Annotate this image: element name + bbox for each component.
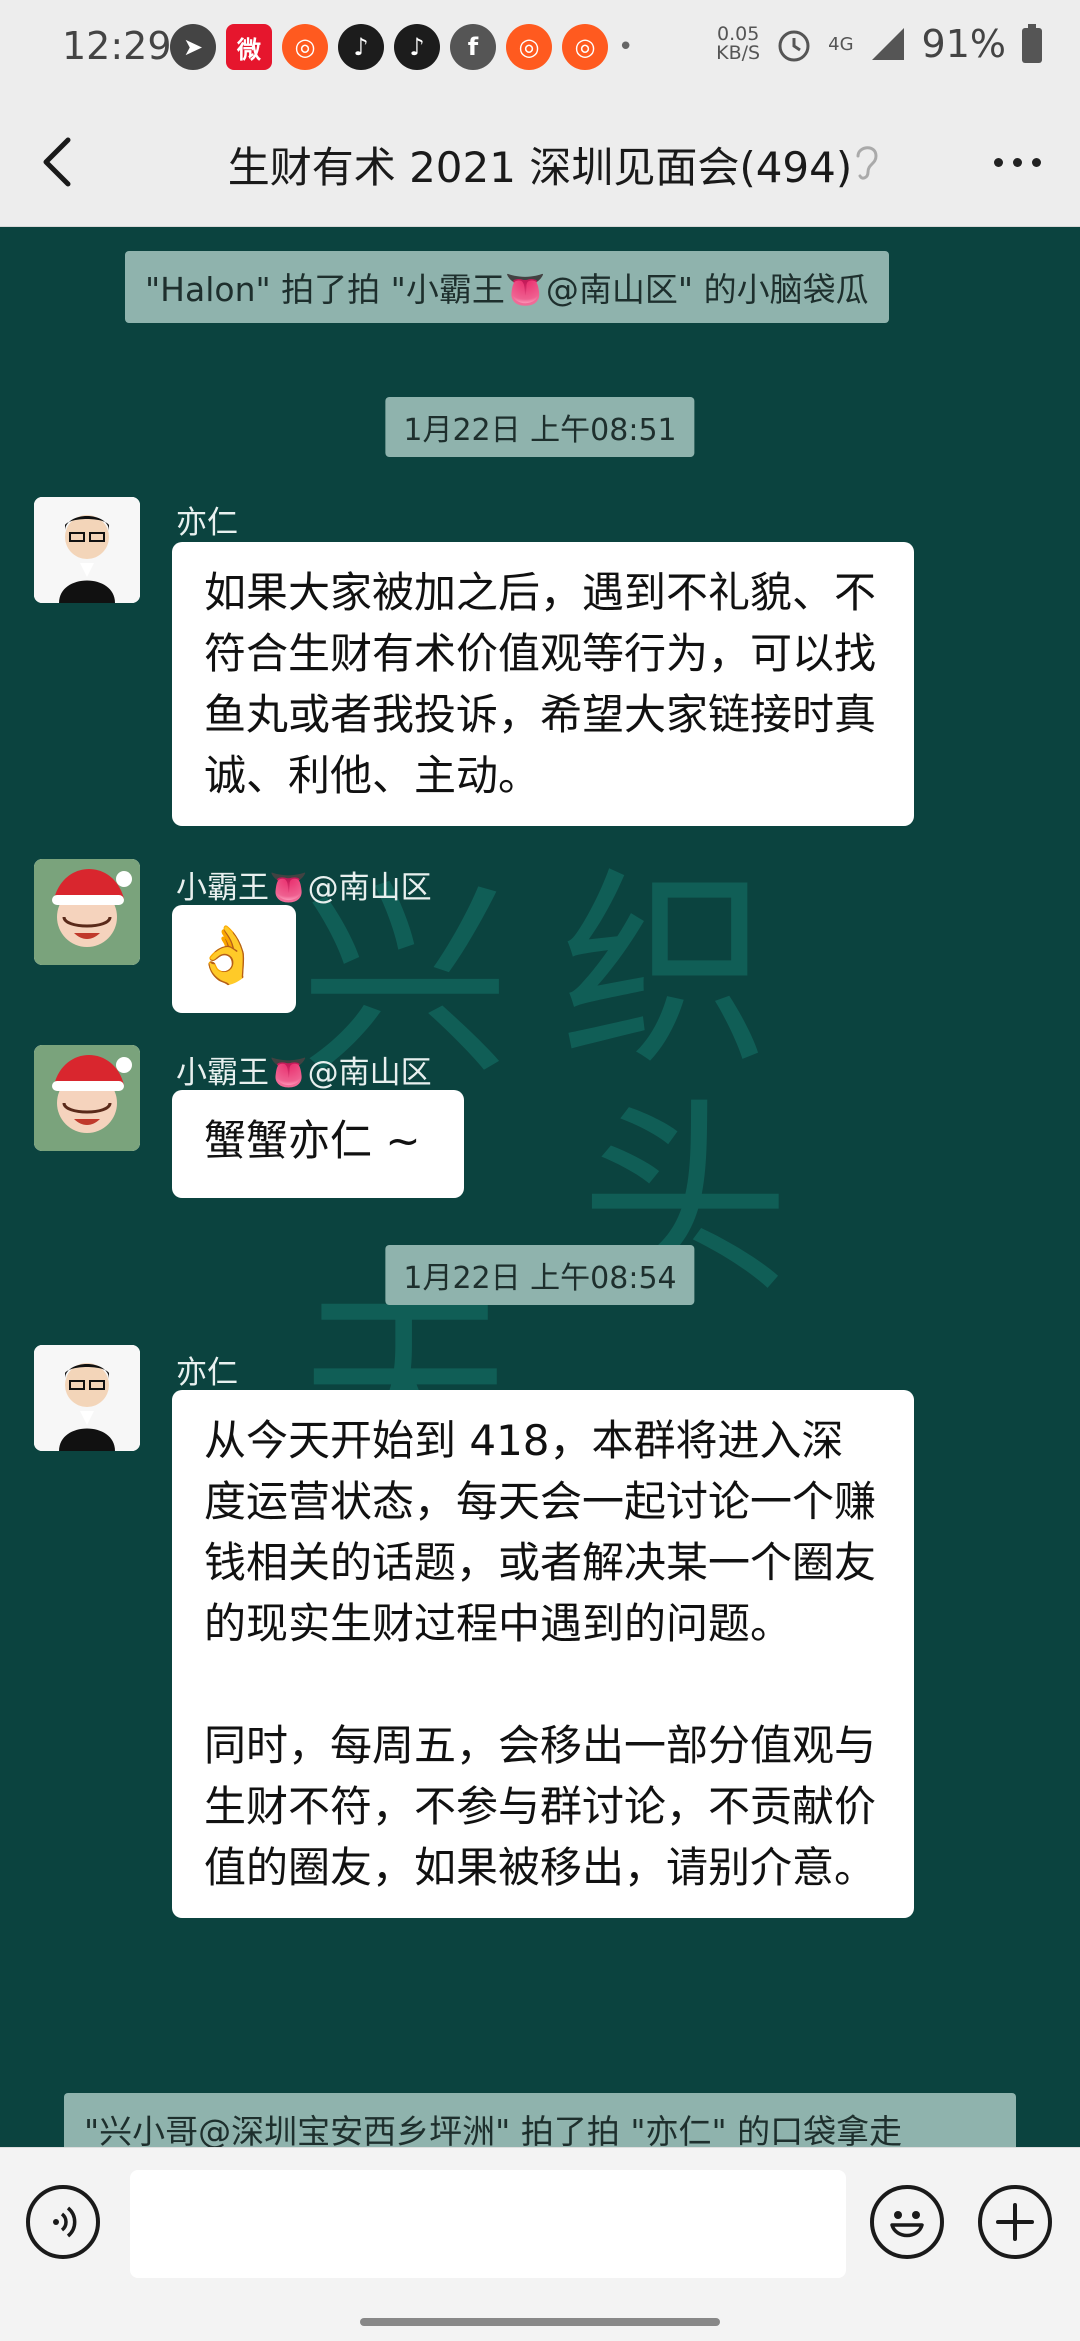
facebook-icon: f	[450, 24, 496, 70]
network-type: 4G	[828, 33, 854, 55]
plus-button[interactable]	[978, 2185, 1052, 2259]
message-bubble[interactable]: 👌	[172, 905, 296, 1013]
status-right: 0.05 KB/S 4G 91%	[716, 22, 1044, 66]
battery-percent: 91%	[921, 22, 1006, 66]
sender-name: 亦仁	[176, 505, 238, 541]
alarm-icon	[778, 30, 810, 62]
message-bubble[interactable]: 蟹蟹亦仁 ~	[172, 1090, 464, 1198]
input-bar	[0, 2147, 1080, 2341]
timestamp: 1月22日 上午08:51	[385, 397, 695, 457]
avatar[interactable]	[34, 497, 140, 603]
avatar-yiren-icon	[34, 497, 140, 603]
app-icon: ◎	[562, 24, 608, 70]
app-icon: ◎	[282, 24, 328, 70]
message-input[interactable]	[130, 2170, 846, 2278]
voice-icon	[53, 2206, 77, 2238]
ear-icon	[856, 146, 878, 180]
avatar[interactable]	[34, 859, 140, 965]
tiktok-icon: ♪	[338, 24, 384, 70]
sender-name: 亦仁	[176, 1355, 238, 1391]
message-text: 蟹蟹亦仁 ~	[204, 1116, 421, 1165]
emoji-icon	[890, 2211, 924, 2238]
weibo-icon: 微	[226, 24, 272, 70]
emoji-button[interactable]	[870, 2185, 944, 2259]
avatar-yiren-icon	[34, 1345, 140, 1451]
system-notice: "兴小哥@深圳宝安西乡坪洲" 拍了拍 "亦仁" 的口袋拿走	[64, 2093, 1016, 2147]
plus-icon	[996, 2203, 1034, 2241]
chat-header: 生财有术 2021 深圳见面会(494)	[0, 100, 1080, 227]
message-paragraph: 从今天开始到 418，本群将进入深度运营状态，每天会一起讨论一个赚钱相关的话题，…	[204, 1416, 877, 1648]
app-icon: ◎	[506, 24, 552, 70]
notification-icons: ➤ 微 ◎ ♪ ♪ f ◎ ◎ •	[170, 24, 633, 70]
location-icon: ➤	[170, 24, 216, 70]
avatar[interactable]	[34, 1045, 140, 1151]
timestamp: 1月22日 上午08:54	[385, 1245, 695, 1305]
message-bubble[interactable]: 从今天开始到 418，本群将进入深度运营状态，每天会一起讨论一个赚钱相关的话题，…	[172, 1390, 914, 1918]
system-notice: "Halon" 拍了拍 "小霸王👅@南山区" 的小脑袋瓜	[125, 251, 889, 323]
signal-icon	[871, 28, 904, 60]
sender-name: 小霸王👅@南山区	[176, 870, 432, 906]
chat-area[interactable]: 兴 织 头 天 "Halon" 拍了拍 "小霸王👅@南山区" 的小脑袋瓜 1月2…	[0, 227, 1080, 2147]
tiktok-icon: ♪	[394, 24, 440, 70]
sender-name: 小霸王👅@南山区	[176, 1055, 432, 1091]
message-text: 如果大家被加之后，遇到不礼貌、不符合生财有术价值观等行为，可以找鱼丸或者我投诉，…	[204, 568, 877, 800]
chat-title: 生财有术 2021 深圳见面会(494)	[227, 143, 853, 192]
more-notifications-icon: •	[618, 32, 634, 62]
avatar[interactable]	[34, 1345, 140, 1451]
battery-icon	[1022, 24, 1042, 63]
more-dots-icon	[993, 157, 1003, 167]
net-speed: 0.05 KB/S	[716, 23, 761, 64]
avatar-girl-icon	[34, 1045, 140, 1151]
status-time: 12:29	[62, 24, 172, 68]
more-button[interactable]	[982, 140, 1052, 184]
status-bar: 12:29 ➤ 微 ◎ ♪ ♪ f ◎ ◎ • 0.05 KB/S 4G 91%	[0, 0, 1080, 100]
ok-hand-emoji: 👌	[192, 923, 262, 988]
message-bubble[interactable]: 如果大家被加之后，遇到不礼貌、不符合生财有术价值观等行为，可以找鱼丸或者我投诉，…	[172, 542, 914, 826]
message-paragraph: 同时，每周五，会移出一部分值观与生财不符，不参与群讨论，不贡献价值的圈友，如果被…	[204, 1721, 877, 1892]
avatar-girl-icon	[34, 859, 140, 965]
voice-button[interactable]	[26, 2185, 100, 2259]
home-indicator[interactable]	[360, 2318, 720, 2326]
